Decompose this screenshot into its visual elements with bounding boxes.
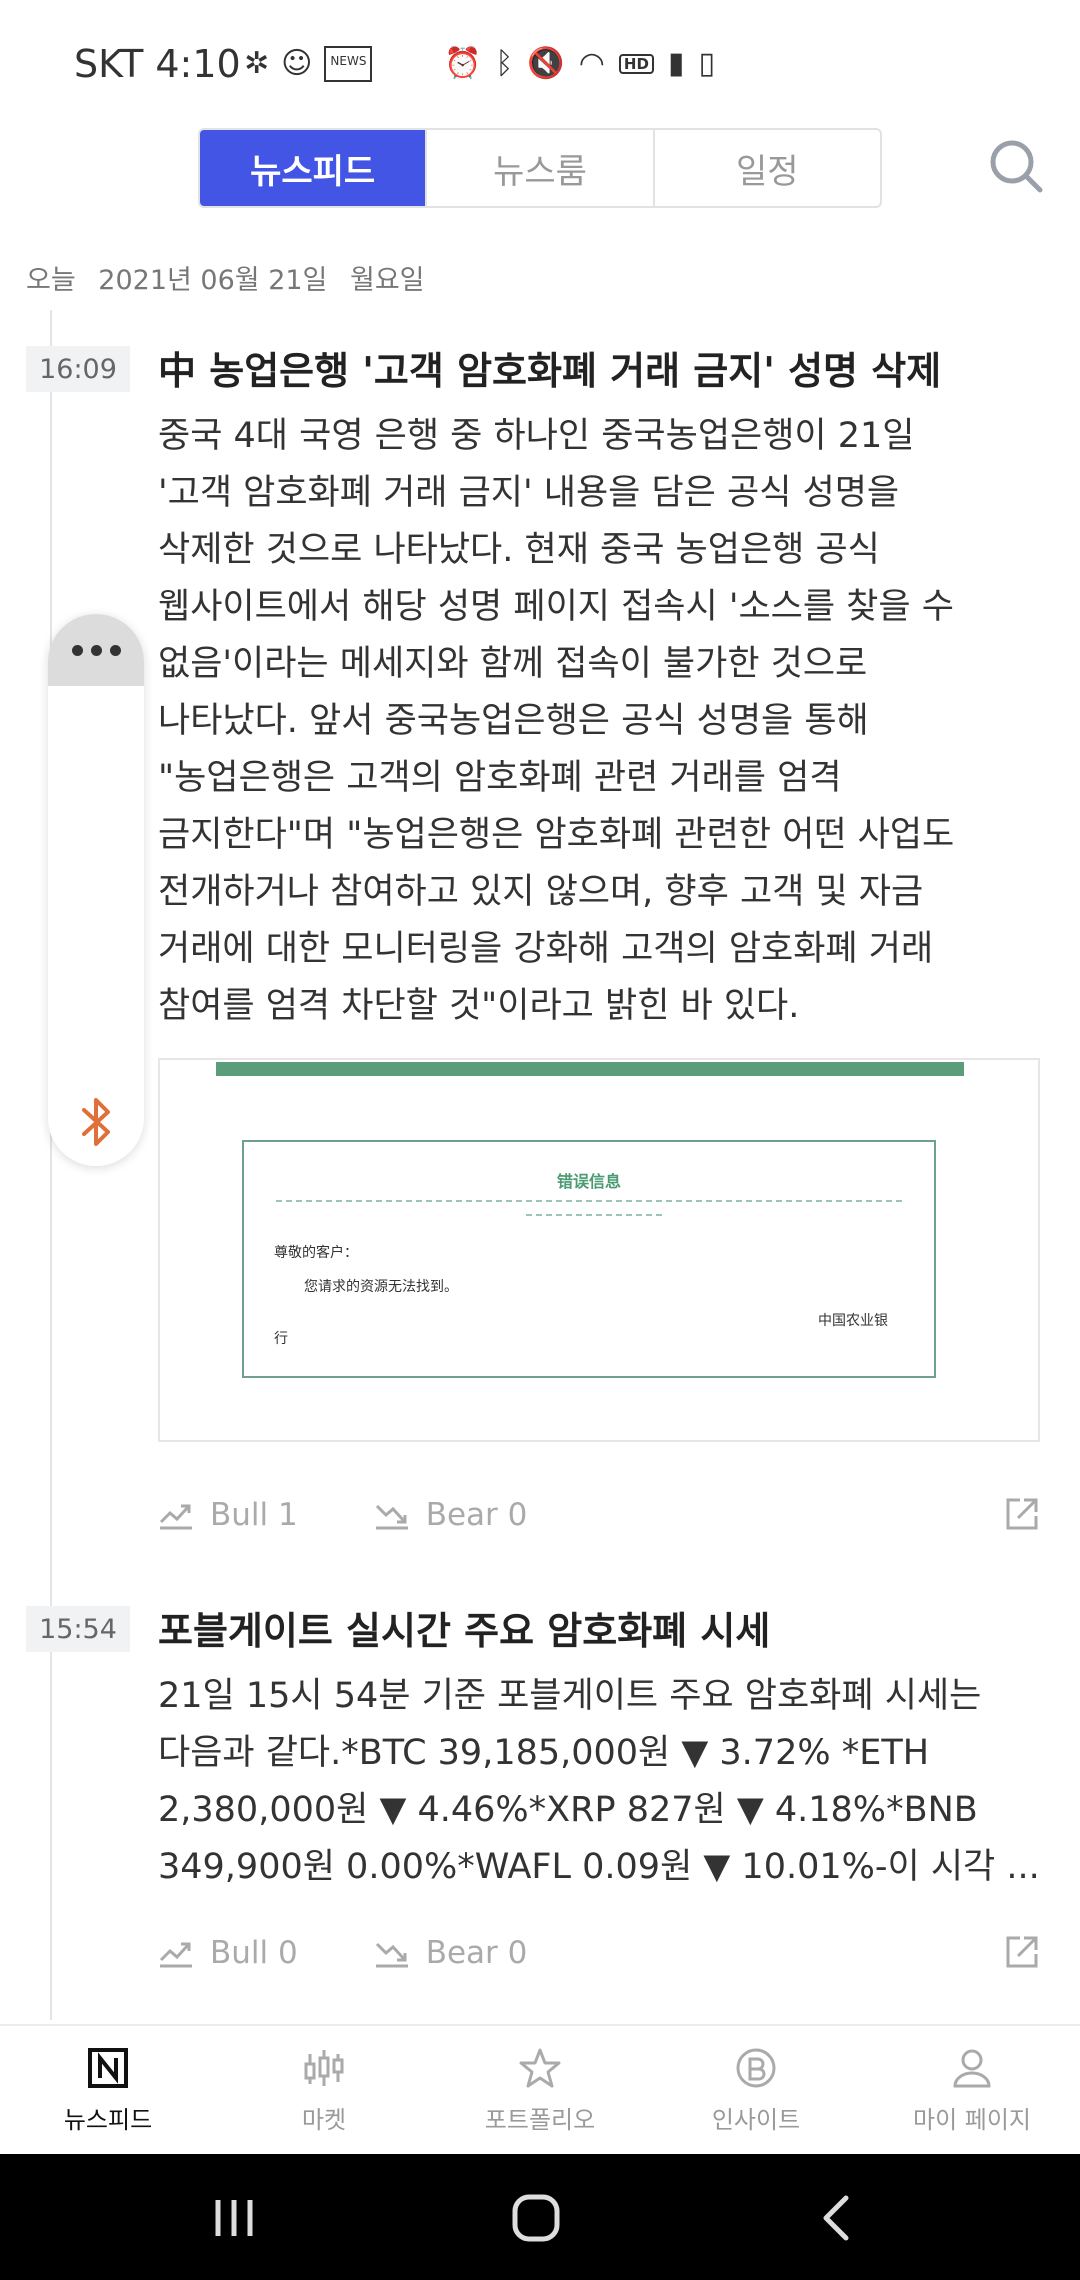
timeline-line [50,310,52,2020]
body-line: 349,900원 0.00%*WAFL 0.09원 ▼ 10.01%-이 시각 … [158,1847,1040,1887]
body-line: 참여를 엄격 차단할 것"이라고 밝힌 바 있다. [158,986,800,1026]
article-title[interactable]: 中 농업은행 '고객 암호화폐 거래 금지' 성명 삭제 [158,340,941,395]
bull-count: Bull 0 [210,1935,298,1971]
status-icons-right: ⏰ ᛒ 🔇 ◠ HD ▮ ▯ [444,46,715,82]
person-icon [953,2049,991,2087]
nav-portfolio[interactable]: 포트폴리오 [432,2026,648,2154]
body-line: 삭제한 것으로 나타났다. 현재 중국 농업은행 공식 [158,530,880,570]
bear-count: Bear 0 [425,1935,528,1971]
body-line: 전개하거나 참여하고 있지 않으며, 향후 고객 및 자금 [158,872,924,912]
wifi-icon: ◠ [578,46,605,81]
nav-label: 마켓 [301,2105,347,2134]
nav-my-page[interactable]: 마이 페이지 [864,2026,1080,2154]
body-line: 금지한다"며 "농업은행은 암호화폐 관련한 어떤 사업도 [158,815,955,855]
home-icon[interactable] [510,2192,562,2244]
network-icon: ✲ [244,46,270,81]
today-label: 오늘 [26,265,76,296]
share-icon[interactable] [1004,1934,1040,1970]
image-signature-end: 行 [274,1331,288,1347]
battery-icon: ▯ [698,46,715,81]
article-title[interactable]: 포블게이트 실시간 주요 암호화폐 시세 [158,1600,770,1655]
body-line: 2,380,000원 ▼ 4.46%*XRP 827원 ▼ 4.18%*BNB [158,1790,978,1830]
bull-button[interactable]: Bull 0 [158,1935,298,1971]
weekday-value: 월요일 [350,265,425,296]
share-icon[interactable] [1004,1496,1040,1532]
body-line: '고객 암호화폐 거래 금지' 내용을 담은 공식 성명을 [158,473,900,513]
body-line: 거래에 대한 모니터링을 강화해 고객의 암호화폐 거래 [158,929,934,969]
market-icon [304,2049,344,2086]
carrier-time: SKT 4:10 [74,42,241,86]
search-icon[interactable] [986,136,1046,196]
bluetooth-icon[interactable] [76,1094,116,1150]
star-icon [519,2048,561,2087]
face-icon: ☺ [281,46,313,81]
body-line: "농업은행은 고객의 암호화폐 관련 거래를 엄격 [158,758,842,798]
nav-label: 마이 페이지 [912,2105,1032,2134]
mute-icon: 🔇 [527,46,565,81]
body-line: 없음'이라는 메세지와 함께 접속이 불가한 것으로 [158,644,868,684]
status-icons-left: ✲ ☺ NEWS [244,46,373,82]
article-time: 16:09 [26,346,130,392]
feed-tabs: 뉴스피드 뉴스룸 일정 [198,128,882,208]
nav-label: 인사이트 [711,2105,801,2134]
nav-market[interactable]: 마켓 [216,2026,432,2154]
recent-apps-icon[interactable] [208,2192,260,2244]
tab-schedule[interactable]: 일정 [655,130,880,206]
article-actions: Bull 1 Bear 0 [158,1490,1040,1540]
image-divider [276,1200,902,1202]
image-error-title: 错误信息 [556,1172,621,1191]
bear-button[interactable]: Bear 0 [374,1497,528,1533]
body-line: 중국 4대 국영 은행 중 하나인 중국농업은행이 21일 [158,416,915,456]
bull-trend-icon [159,1504,192,1530]
hd-voice-icon: HD [618,54,654,74]
signal-icon: ▮ [667,46,685,81]
back-icon[interactable] [812,2192,864,2244]
article-actions: Bull 0 Bear 0 [158,1928,1040,1978]
more-icon[interactable] [48,614,144,686]
nav-label: 뉴스피드 [63,2105,153,2134]
bottom-nav: 뉴스피드 마켓 포트폴리오 인사이트 마이 페이지 [0,2024,1080,2154]
insight-icon [736,2048,776,2087]
bull-count: Bull 1 [210,1497,298,1533]
body-line: 다음과 같다.*BTC 39,185,000원 ▼ 3.72% *ETH [158,1733,930,1773]
bull-trend-icon [159,1942,192,1968]
article-time: 15:54 [26,1606,130,1652]
bear-button[interactable]: Bear 0 [374,1935,528,1971]
newsfeed-icon [88,2047,128,2088]
news-icon: NEWS [324,46,373,82]
image-greeting: 尊敬的客户： [274,1245,358,1261]
body-line: 나타났다. 앞서 중국농업은행은 공식 성명을 통해 [158,701,869,741]
nav-newsfeed[interactable]: 뉴스피드 [0,2026,216,2154]
status-bar: SKT 4:10 ✲ ☺ NEWS ⏰ ᛒ 🔇 ◠ HD ▮ ▯ [0,0,1080,120]
article-body[interactable]: 21일 15시 54분 기준 포블게이트 주요 암호화폐 시세는 다음과 같다.… [158,1668,1040,1896]
image-error-box: 错误信息 尊敬的客户： 您请求的资源无法找到。 中国农业银 行 [242,1140,936,1378]
article-body[interactable]: 중국 4대 국영 은행 중 하나인 중국농업은행이 21일 '고객 암호화폐 거… [158,408,1038,1035]
image-signature: 中国农业银 [818,1313,888,1329]
alarm-icon: ⏰ [444,46,482,81]
image-message: 您请求的资源无法找到。 [304,1279,458,1295]
article-image[interactable]: 错误信息 尊敬的客户： 您请求的资源无法找到。 中国农业银 行 [158,1058,1040,1442]
tab-newsfeed[interactable]: 뉴스피드 [200,130,428,206]
bear-count: Bear 0 [425,1497,528,1533]
system-nav-bar [0,2154,1080,2280]
date-line: 오늘 2021년 06월 21일 월요일 [26,258,439,297]
tab-newsroom[interactable]: 뉴스룸 [427,130,655,206]
bear-trend-icon [375,1504,408,1530]
image-header-bar [216,1062,964,1076]
body-line: 21일 15시 54분 기준 포블게이트 주요 암호화폐 시세는 [158,1676,982,1716]
body-line: 웹사이트에서 해당 성명 페이지 접속시 '소스를 찾을 수 [158,587,954,627]
image-divider [526,1214,662,1216]
bull-button[interactable]: Bull 1 [158,1497,298,1533]
bear-trend-icon [375,1942,408,1968]
nav-insight[interactable]: 인사이트 [648,2026,864,2154]
nav-label: 포트폴리오 [484,2105,596,2134]
floating-panel[interactable] [48,614,144,1166]
bluetooth-icon: ᛒ [495,46,514,81]
date-value: 2021년 06월 21일 [98,265,328,296]
